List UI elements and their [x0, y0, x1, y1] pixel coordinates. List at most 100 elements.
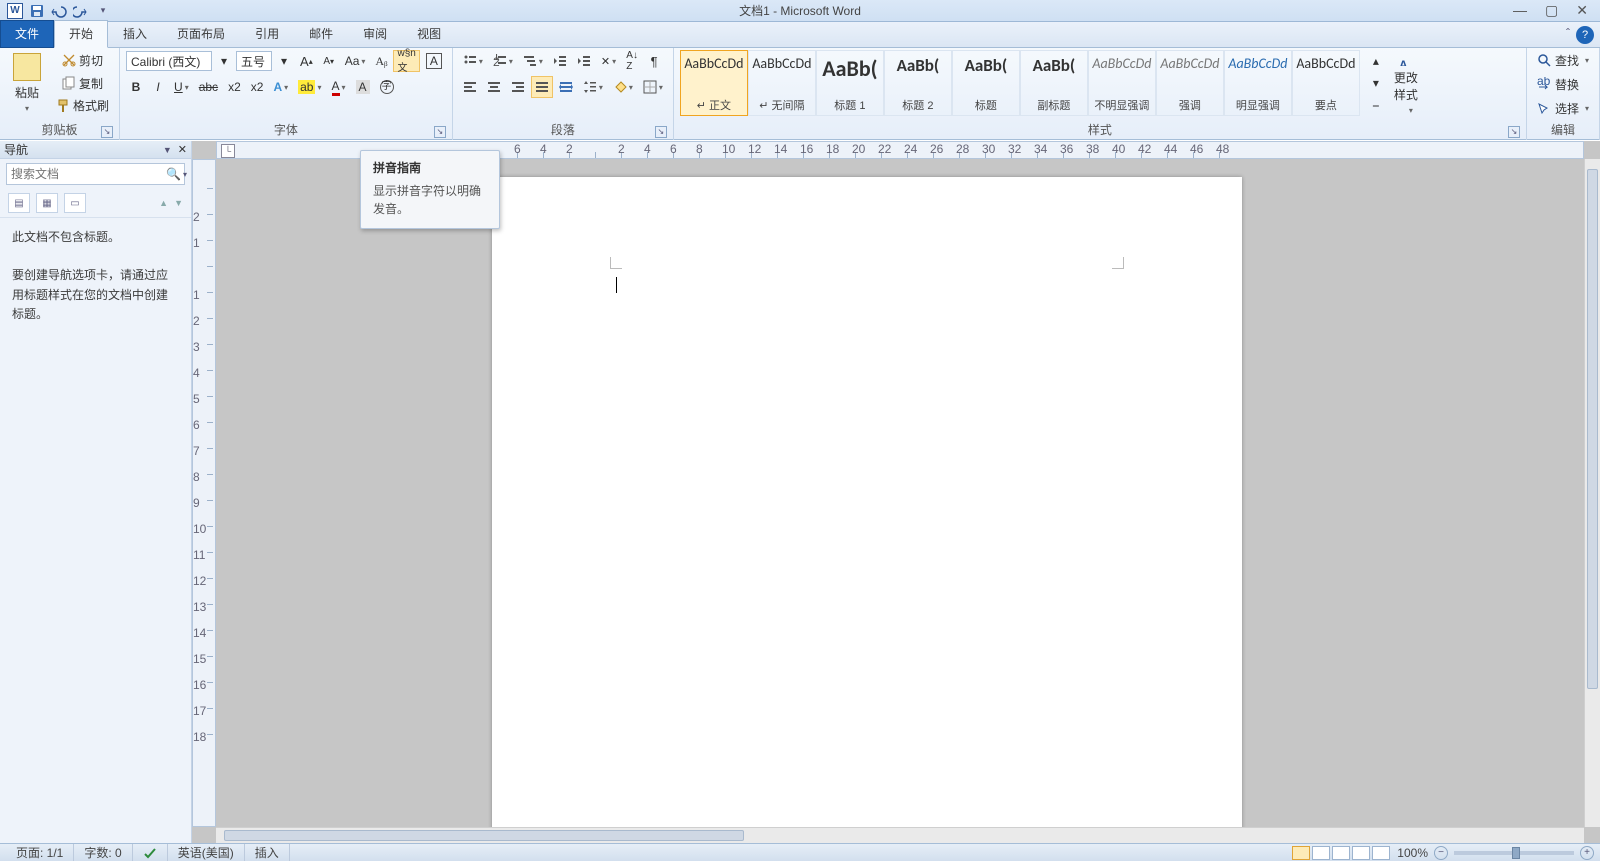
view-outline[interactable]	[1352, 846, 1370, 860]
minimize-ribbon-icon[interactable]: ˆ	[1566, 26, 1570, 44]
search-icon[interactable]: 🔍	[166, 167, 181, 181]
nav-search[interactable]: 🔍▾	[6, 163, 185, 185]
align-right-button[interactable]	[507, 76, 529, 98]
char-border-button[interactable]: A	[422, 50, 446, 72]
status-language[interactable]: 英语(美国)	[168, 844, 245, 861]
status-page[interactable]: 页面: 1/1	[6, 844, 74, 861]
v-scroll-thumb[interactable]	[1587, 169, 1598, 689]
nav-next-icon[interactable]: ▼	[174, 198, 183, 208]
distributed-button[interactable]	[555, 76, 577, 98]
line-spacing-button[interactable]	[579, 76, 607, 98]
style-item[interactable]: AaBbCcDd要点	[1292, 50, 1360, 116]
tab-home[interactable]: 开始	[54, 20, 108, 48]
asian-layout-button[interactable]: ✕	[597, 50, 620, 72]
styles-scroll-down[interactable]: ▾	[1366, 73, 1386, 93]
h-scroll-thumb[interactable]	[224, 830, 744, 841]
save-button[interactable]	[28, 2, 46, 20]
font-name-combo[interactable]: Calibri (西文)	[126, 51, 212, 71]
styles-expand[interactable]: ⎯	[1366, 95, 1386, 115]
page[interactable]	[492, 177, 1242, 843]
bold-button[interactable]: B	[126, 76, 146, 98]
clear-format-button[interactable]: Aᵦ	[371, 50, 391, 72]
find-button[interactable]: 查找	[1533, 50, 1593, 70]
maximize-button[interactable]: ▢	[1545, 2, 1558, 19]
char-shading-button[interactable]: A	[352, 76, 374, 98]
nav-tab-results[interactable]: ▭	[64, 193, 86, 213]
change-styles-button[interactable]: AA 更改样式▾	[1390, 50, 1432, 116]
indent-inc-button[interactable]	[573, 50, 595, 72]
clipboard-launcher[interactable]: ↘	[101, 126, 113, 138]
nav-dropdown-icon[interactable]: ▼	[163, 145, 172, 155]
align-justify-button[interactable]	[531, 76, 553, 98]
show-marks-button[interactable]: ¶	[644, 50, 664, 72]
indent-dec-button[interactable]	[549, 50, 571, 72]
style-item[interactable]: AaBbCcDd↵ 正文	[680, 50, 748, 116]
zoom-level[interactable]: 100%	[1397, 846, 1428, 860]
paragraph-launcher[interactable]: ↘	[655, 126, 667, 138]
subscript-button[interactable]: x2	[224, 76, 245, 98]
zoom-knob[interactable]	[1512, 847, 1520, 859]
underline-button[interactable]: U	[170, 76, 193, 98]
paste-button[interactable]: 粘贴 ▾	[6, 50, 48, 116]
undo-button[interactable]	[50, 2, 68, 20]
vertical-scrollbar[interactable]	[1584, 159, 1600, 827]
nav-close-icon[interactable]: ✕	[178, 143, 187, 156]
style-item[interactable]: AaBb(副标题	[1020, 50, 1088, 116]
font-launcher[interactable]: ↘	[434, 126, 446, 138]
nav-tab-headings[interactable]: ▤	[8, 193, 30, 213]
redo-button[interactable]	[72, 2, 90, 20]
numbering-button[interactable]: 12	[489, 50, 517, 72]
replace-button[interactable]: ab替换	[1533, 74, 1583, 94]
tab-review[interactable]: 审阅	[348, 20, 402, 48]
styles-launcher[interactable]: ↘	[1508, 126, 1520, 138]
status-words[interactable]: 字数: 0	[74, 844, 132, 861]
tab-file[interactable]: 文件	[0, 20, 54, 48]
nav-prev-icon[interactable]: ▲	[159, 198, 168, 208]
style-item[interactable]: AaBbCcDd明显强调	[1224, 50, 1292, 116]
status-mode[interactable]: 插入	[245, 844, 290, 861]
style-item[interactable]: AaBbCcDd↵ 无间隔	[748, 50, 816, 116]
style-item[interactable]: AaBbCcDd强调	[1156, 50, 1224, 116]
minimize-button[interactable]: —	[1513, 2, 1527, 19]
phonetic-guide-button[interactable]: w§n文	[393, 50, 419, 72]
status-proof[interactable]	[133, 844, 168, 861]
text-effects-button[interactable]: A	[269, 76, 292, 98]
view-fullscreen[interactable]	[1312, 846, 1330, 860]
shrink-font-button[interactable]: A▾	[319, 50, 339, 72]
view-draft[interactable]	[1372, 846, 1390, 860]
tab-view[interactable]: 视图	[402, 20, 456, 48]
borders-button[interactable]	[639, 76, 667, 98]
qat-customize[interactable]: ▾	[94, 2, 112, 20]
bullets-button[interactable]	[459, 50, 487, 72]
view-web[interactable]	[1332, 846, 1350, 860]
styles-gallery[interactable]: AaBbCcDd↵ 正文AaBbCcDd↵ 无间隔AaBb(标题 1AaBb(标…	[680, 50, 1360, 116]
view-print-layout[interactable]	[1292, 846, 1310, 860]
nav-tab-pages[interactable]: ▦	[36, 193, 58, 213]
help-button[interactable]: ?	[1576, 26, 1594, 44]
close-button[interactable]: ✕	[1576, 2, 1588, 19]
zoom-out-button[interactable]: −	[1434, 846, 1448, 860]
styles-scroll-up[interactable]: ▴	[1366, 51, 1386, 71]
multilevel-button[interactable]	[519, 50, 547, 72]
format-painter-button[interactable]: 格式刷	[52, 95, 113, 116]
copy-button[interactable]: 复制	[52, 73, 113, 94]
tab-layout[interactable]: 页面布局	[162, 20, 240, 48]
highlight-button[interactable]: ab	[294, 76, 325, 98]
font-name-dd[interactable]: ▾	[214, 50, 234, 72]
align-center-button[interactable]	[483, 76, 505, 98]
enclose-char-button[interactable]: 字	[376, 76, 398, 98]
style-item[interactable]: AaBb(标题 2	[884, 50, 952, 116]
cut-button[interactable]: 剪切	[52, 50, 113, 71]
shading-button[interactable]	[609, 76, 637, 98]
tab-mailings[interactable]: 邮件	[294, 20, 348, 48]
style-item[interactable]: AaBbCcDd不明显强调	[1088, 50, 1156, 116]
nav-search-input[interactable]	[11, 167, 166, 181]
strike-button[interactable]: abc	[195, 76, 222, 98]
font-size-dd[interactable]: ▾	[274, 50, 294, 72]
font-size-combo[interactable]: 五号	[236, 51, 272, 71]
horizontal-scrollbar[interactable]	[216, 827, 1584, 843]
change-case-button[interactable]: Aa	[341, 50, 370, 72]
grow-font-button[interactable]: A▴	[296, 50, 317, 72]
style-item[interactable]: AaBb(标题 1	[816, 50, 884, 116]
font-color-button[interactable]: A	[328, 76, 350, 98]
